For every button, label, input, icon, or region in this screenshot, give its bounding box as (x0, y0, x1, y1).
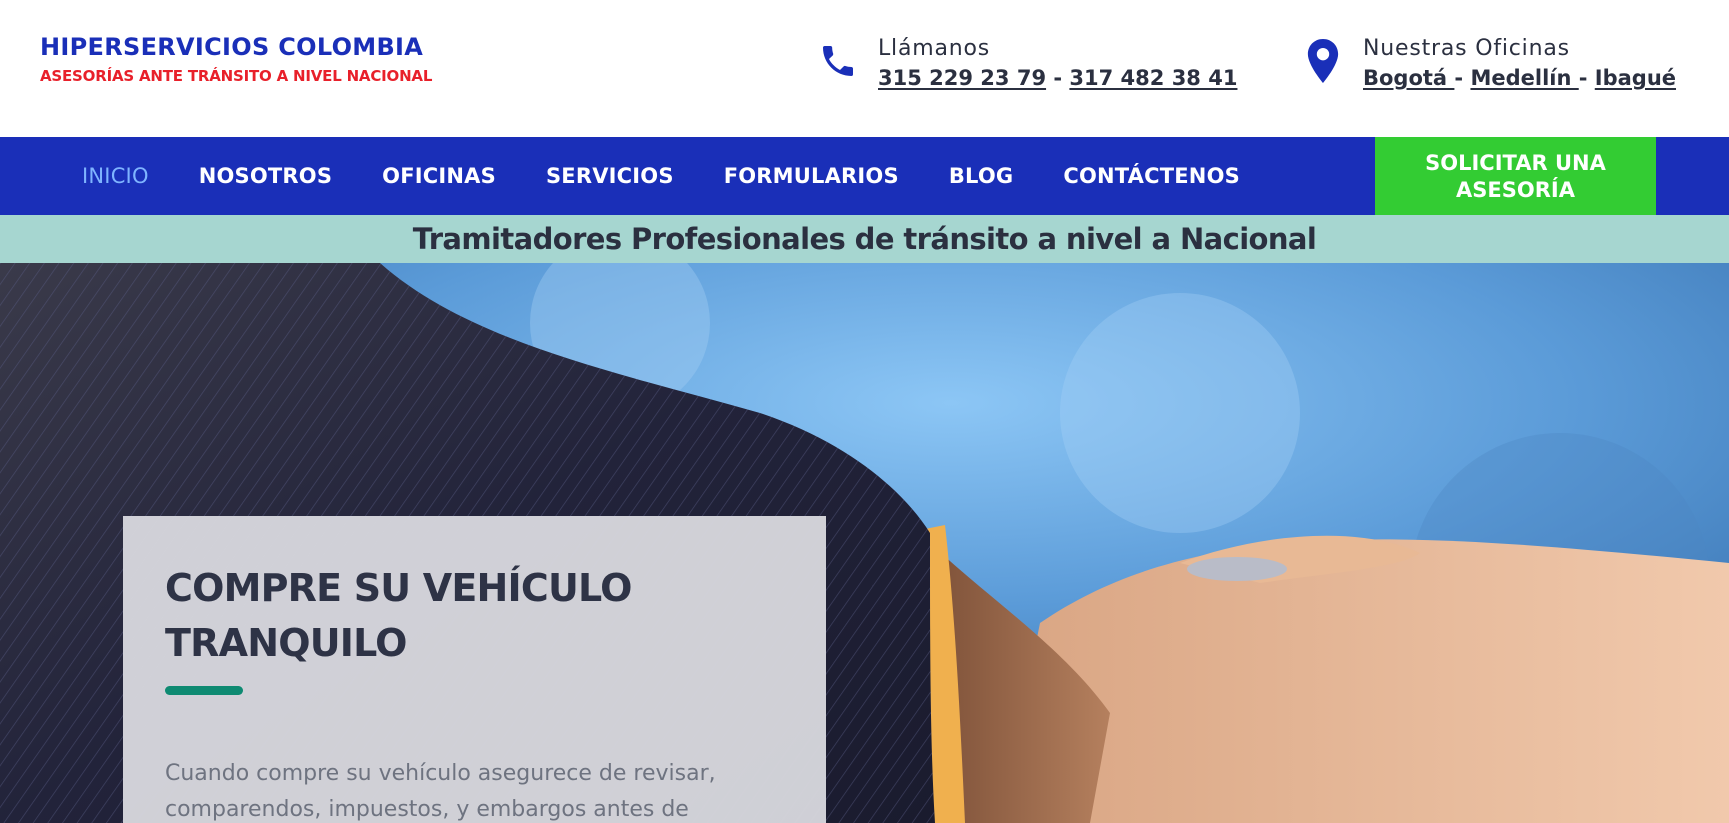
hero-body-text: Cuando compre su vehículo asegurece de r… (165, 761, 716, 822)
hero-heading: COMPRE SU VEHÍCULO TRANQUILO (165, 566, 632, 665)
office-separator: - (1578, 66, 1595, 90)
nav-item-formularios[interactable]: FORMULARIOS (699, 164, 924, 188)
office-link-medellin[interactable]: Medellín (1470, 66, 1578, 90)
nav-item-oficinas[interactable]: OFICINAS (357, 164, 521, 188)
heading-underline-divider (165, 686, 243, 695)
tagline-banner: Tramitadores Profesionales de tránsito a… (0, 215, 1729, 263)
nav-item-contactenos[interactable]: CONTÁCTENOS (1038, 164, 1265, 188)
nav-item-nosotros[interactable]: NOSOTROS (174, 164, 357, 188)
logo-subtitle: ASESORÍAS ANTE TRÁNSITO A NIVEL NACIONAL (40, 67, 433, 85)
office-separator: - (1454, 66, 1471, 90)
tagline-text: Tramitadores Profesionales de tránsito a… (412, 222, 1317, 256)
site-logo[interactable]: HIPERSERVICIOS COLOMBIA ASESORÍAS ANTE T… (40, 33, 432, 85)
nav-item-blog[interactable]: BLOG (924, 164, 1039, 188)
request-advice-button[interactable]: SOLICITAR UNA ASESORÍA (1375, 137, 1656, 215)
logo-title: HIPERSERVICIOS COLOMBIA (40, 33, 424, 61)
office-link-bogota[interactable]: Bogotá (1363, 66, 1454, 90)
phone-number-1[interactable]: 315 229 23 79 (878, 66, 1046, 90)
cta-line-1: SOLICITAR UNA (1425, 151, 1606, 175)
office-link-ibague[interactable]: Ibagué (1595, 66, 1676, 90)
phone-number-2[interactable]: 317 482 38 41 (1069, 66, 1237, 90)
phone-separator: - (1046, 66, 1070, 90)
nav-item-servicios[interactable]: SERVICIOS (521, 164, 699, 188)
site-header: HIPERSERVICIOS COLOMBIA ASESORÍAS ANTE T… (0, 0, 1729, 137)
phone-label: Llámanos (878, 36, 991, 61)
offices-contact: Nuestras Oficinas Bogotá - Medellín - Ib… (1301, 36, 1676, 92)
phone-icon (816, 36, 860, 86)
hero-card: COMPRE SU VEHÍCULO TRANQUILO Cuando comp… (123, 516, 826, 823)
nav-menu: INICIO NOSOTROS OFICINAS SERVICIOS FORMU… (57, 137, 1265, 215)
nav-item-inicio[interactable]: INICIO (57, 164, 174, 188)
phone-contact: Llámanos 315 229 23 79 - 317 482 38 41 (816, 36, 1237, 92)
cta-line-2: ASESORÍA (1456, 178, 1575, 202)
offices-label: Nuestras Oficinas (1363, 36, 1570, 61)
map-pin-icon (1301, 36, 1345, 86)
